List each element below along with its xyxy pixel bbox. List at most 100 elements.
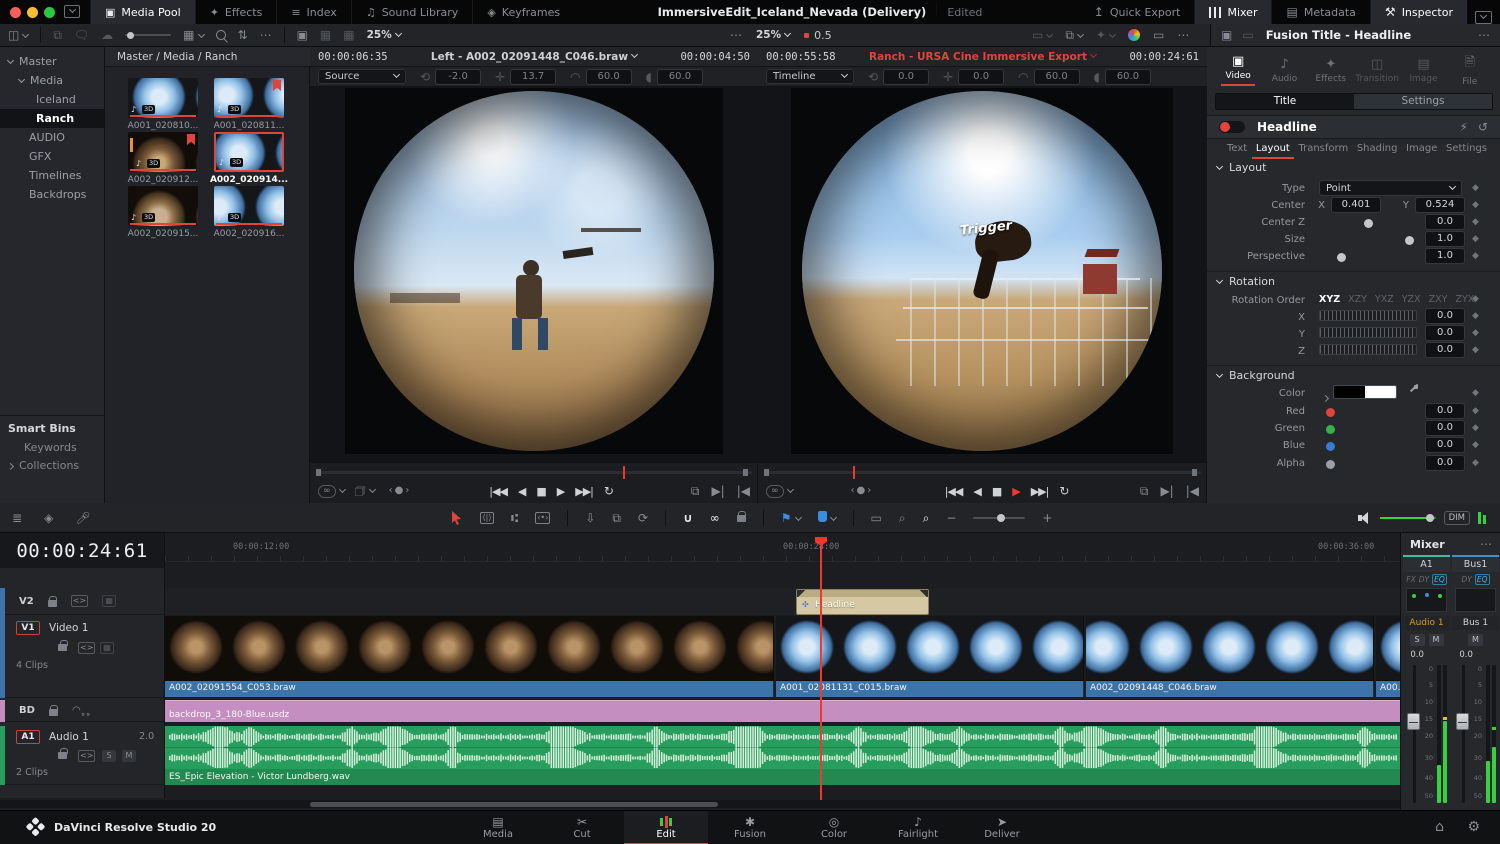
page-tab-media[interactable]: ▤Media	[456, 811, 540, 844]
overwrite-clip-icon[interactable]: ⧉	[612, 512, 621, 524]
media-zoom-dropdown[interactable]: 25%	[367, 29, 401, 41]
auto-select-icon[interactable]: <>	[78, 750, 95, 762]
keyframe-icon[interactable]: ◆	[1472, 294, 1479, 304]
smart-bins-header[interactable]: Smart Bins	[8, 422, 76, 435]
more-options-icon[interactable]: ⋯	[260, 29, 272, 41]
dy-badge[interactable]: DY	[1419, 575, 1429, 584]
alpha-input[interactable]: 0.0	[1425, 455, 1465, 471]
traffic-minimize-button[interactable]	[27, 7, 38, 18]
track-lock-icon[interactable]	[49, 709, 58, 716]
goto-in-icon[interactable]: |◀	[1186, 485, 1199, 497]
relink-icon[interactable]: ⧉	[53, 29, 62, 41]
bin-item-ranch[interactable]: Ranch	[0, 109, 105, 128]
source-tilt-value[interactable]: 13.7	[510, 69, 556, 85]
media-clip-6[interactable]: ♪3D	[214, 186, 284, 226]
eq-preview[interactable]	[1455, 588, 1496, 612]
bin-item-media[interactable]: Media	[0, 71, 105, 90]
track-header-v1[interactable]: V1 Video 1 <> ▦ 4 Clips	[5, 616, 165, 698]
panel-collapse-icon[interactable]	[1475, 11, 1492, 24]
eyedropper-icon[interactable]	[1407, 385, 1419, 397]
track-lock-icon[interactable]	[58, 644, 67, 651]
search-icon[interactable]	[216, 30, 226, 40]
zoom-detail-icon[interactable]: ⌕	[899, 512, 906, 524]
v1-destination-badge[interactable]: V1	[16, 621, 40, 635]
viewer-more-icon[interactable]: ⋯	[730, 29, 742, 41]
source-mode-dropdown[interactable]: Source	[318, 69, 406, 84]
rotation-section-header[interactable]: Rotation	[1217, 275, 1275, 288]
comment-icon[interactable]: 🗨	[74, 29, 89, 41]
mixer-a1-tab[interactable]: A1	[1403, 557, 1450, 572]
cloud-icon[interactable]: ☁	[101, 29, 113, 41]
page-tab-cut[interactable]: ✂Cut	[540, 811, 624, 844]
media-clip-1[interactable]: ♪3D	[128, 78, 198, 118]
filmstrip-icon[interactable]: ▦	[100, 642, 114, 654]
dynamic-trim-icon[interactable]: ‹•›	[535, 512, 550, 524]
volume-slider[interactable]	[1380, 517, 1436, 519]
audio-clip-icon[interactable]: 🗇	[355, 485, 366, 497]
inspector-tab-file[interactable]: 🗎File	[1447, 53, 1493, 87]
background-color-swatch[interactable]	[1333, 385, 1397, 399]
background-section-header[interactable]: Background	[1217, 369, 1295, 382]
source-lens-value[interactable]: 60.0	[657, 69, 703, 85]
page-tab-color[interactable]: ◎Color	[792, 811, 876, 844]
bin-item-iceland[interactable]: Iceland	[0, 90, 105, 109]
zoom-in-plus[interactable]: +	[1042, 512, 1052, 524]
thumb-size-slider[interactable]	[125, 34, 171, 36]
replace-clip-icon[interactable]: ⟳	[638, 512, 648, 524]
reset-icon[interactable]: ↺	[1478, 121, 1488, 133]
rotation-z-dial[interactable]	[1319, 344, 1417, 355]
timeline-video-clip-1[interactable]	[165, 616, 774, 681]
trim-edit-icon[interactable]: ⟨|⟩	[480, 512, 494, 524]
keyframe-icon[interactable]: ◆	[1472, 458, 1479, 468]
tab-effects[interactable]: ✦Effects	[195, 0, 277, 24]
page-tab-fairlight[interactable]: ♪Fairlight	[876, 811, 960, 844]
source-fov-value[interactable]: 60.0	[586, 69, 632, 85]
meter-icon[interactable]	[1478, 512, 1486, 524]
loop-button[interactable]: ↻	[604, 484, 613, 498]
layout-section-header[interactable]: Layout	[1217, 161, 1266, 174]
first-frame-button[interactable]: |◀◀	[945, 485, 963, 498]
still-grab-icon[interactable]: ▣	[297, 29, 308, 41]
green-input[interactable]: 0.0	[1425, 420, 1465, 436]
loop-mode-icon[interactable]: ∞	[318, 485, 336, 498]
position-lock-icon[interactable]	[737, 512, 746, 524]
window-layout-icon[interactable]	[64, 5, 80, 18]
fader-knob[interactable]	[1407, 713, 1420, 730]
match-frame-icon[interactable]: ⧉	[691, 485, 700, 497]
mute-button[interactable]: M	[1468, 634, 1483, 646]
inspector-more-icon[interactable]: ⋯	[1478, 29, 1490, 41]
insert-clip-icon[interactable]: ⇩	[585, 512, 595, 524]
home-icon[interactable]: ⌂	[1435, 820, 1444, 834]
bin-item-gfx[interactable]: GFX	[0, 147, 105, 166]
single-viewer-icon[interactable]: ▭	[1032, 29, 1052, 41]
source-clip-name-dropdown[interactable]: Left - A002_02091448_C046.braw	[431, 51, 637, 63]
viewer-gain-control[interactable]: 0.5	[804, 29, 832, 42]
keyframe-icon[interactable]: ◆	[1472, 217, 1479, 227]
step-back-button[interactable]: ◀	[973, 485, 980, 498]
timeline-playhead[interactable]	[820, 537, 822, 800]
timeline-scrollbar[interactable]	[0, 800, 1400, 808]
timeline-lens-value[interactable]: 60.0	[1105, 69, 1151, 85]
section-tab-text[interactable]: Text	[1227, 143, 1247, 154]
tab-keyframes[interactable]: ◈Keyframes	[472, 0, 574, 24]
dim-button[interactable]: DIM	[1444, 511, 1470, 525]
dual-viewer-icon[interactable]: ⧉	[1065, 29, 1083, 41]
jog-wheel[interactable]: ‹●›	[389, 486, 412, 496]
last-frame-button[interactable]: ▶▶|	[1031, 485, 1049, 498]
rotation-y-input[interactable]: 0.0	[1425, 325, 1465, 341]
track-header-a1[interactable]: A1 Audio 1 2.0 <> S M 2 Clips	[5, 726, 165, 785]
tab-index[interactable]: ≡Index	[276, 0, 351, 24]
inspector-view-title[interactable]: Title	[1216, 94, 1354, 109]
keyframe-wand-icon[interactable]: ⚡	[1460, 121, 1468, 133]
keyframe-icon[interactable]: ◆	[1472, 200, 1479, 210]
track-header-bd[interactable]: BD ◠˳˳	[5, 700, 165, 722]
tab-media-pool[interactable]: ▣Media Pool	[90, 0, 195, 24]
page-tab-edit[interactable]: Edit	[624, 811, 708, 844]
track-header-v2[interactable]: V2 <> ▦	[5, 588, 165, 615]
loop-mode-icon[interactable]: ∞	[766, 485, 784, 498]
step-back-button[interactable]: ◀	[518, 485, 525, 498]
center-x-input[interactable]: 0.401	[1331, 197, 1381, 213]
razor-edit-icon[interactable]: ⑆	[511, 512, 518, 524]
last-frame-button[interactable]: ▶▶|	[575, 485, 593, 498]
tab-sound-library[interactable]: ♫Sound Library	[351, 0, 472, 24]
